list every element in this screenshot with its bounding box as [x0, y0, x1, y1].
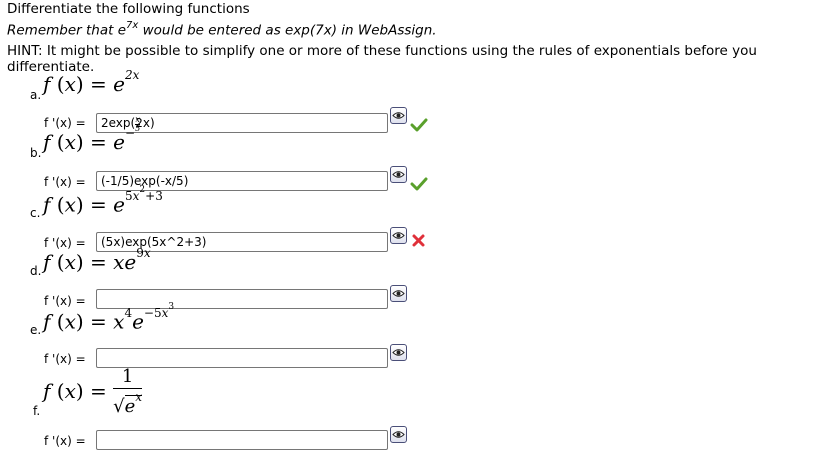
question-a-derivative-label: f '(x) =: [44, 116, 86, 130]
eye-icon: [392, 112, 405, 119]
question-c-letter: c.: [30, 206, 41, 220]
question-c-derivative-label: f '(x) =: [44, 236, 86, 250]
question-d-derivative-label: f '(x) =: [44, 294, 86, 308]
eye-icon: [392, 349, 405, 356]
question-c-function: f (x) = e5x2+3: [43, 185, 163, 217]
eye-icon: [392, 290, 405, 297]
question-a-correct-icon: [410, 117, 428, 136]
checkmark-icon: [410, 118, 428, 132]
question-f-letter: f.: [33, 404, 41, 418]
eye-icon: [392, 232, 405, 239]
question-f-function: f (x) = 1 √ex: [43, 366, 143, 417]
question-b-preview-button[interactable]: [390, 166, 407, 183]
question-b-letter: b.: [30, 146, 42, 160]
checkmark-icon: [410, 177, 428, 191]
eye-icon: [392, 431, 405, 438]
question-c-incorrect-icon: [411, 233, 426, 252]
remember-note: Remember that e7x would be entered as ex…: [7, 20, 437, 39]
page-title: Differentiate the following functions: [7, 1, 250, 17]
remember-prefix: Remember that e: [7, 22, 127, 39]
question-e-answer-input[interactable]: [96, 348, 388, 368]
question-e-derivative-label: f '(x) =: [44, 352, 86, 366]
remember-sup: 7x: [126, 20, 139, 31]
question-f-answer-input[interactable]: [96, 430, 388, 450]
cross-icon: [412, 234, 425, 247]
question-e-preview-button[interactable]: [390, 344, 407, 361]
eye-icon: [392, 171, 405, 178]
question-d-letter: d.: [30, 264, 42, 278]
question-f-derivative-label: f '(x) =: [44, 434, 86, 448]
question-e-function: f (x) = x4e−5x3: [43, 302, 175, 334]
question-d-preview-button[interactable]: [390, 285, 407, 302]
question-d-function: f (x) = xe9x: [43, 246, 151, 274]
question-b-function: f (x) = e− x 5: [43, 115, 141, 154]
question-b-derivative-label: f '(x) =: [44, 175, 86, 189]
question-c-preview-button[interactable]: [390, 227, 407, 244]
question-a-letter: a.: [30, 88, 42, 102]
question-f-preview-button[interactable]: [390, 426, 407, 443]
question-b-correct-icon: [410, 176, 428, 195]
question-e-letter: e.: [30, 323, 42, 337]
remember-suffix: would be entered as exp(7x) in WebAssign…: [138, 22, 437, 39]
question-a-function: f (x) = e2x: [43, 68, 140, 96]
question-a-preview-button[interactable]: [390, 107, 407, 124]
question-d-answer-input[interactable]: [96, 289, 388, 309]
